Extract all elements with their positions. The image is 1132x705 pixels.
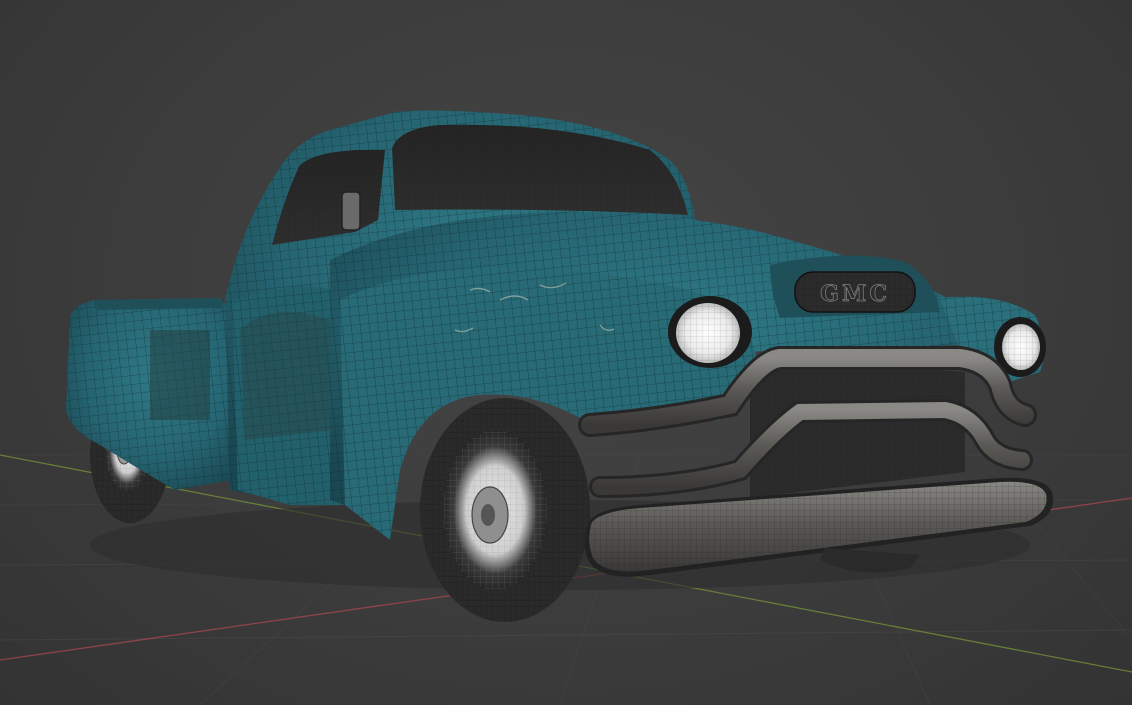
viewport-canvas[interactable]: GMC: [0, 0, 1132, 705]
side-mirror[interactable]: [341, 191, 361, 231]
grille-nose[interactable]: GMC: [770, 255, 940, 318]
left-headlight[interactable]: [668, 296, 752, 368]
3d-viewport[interactable]: GMC: [0, 0, 1132, 705]
front-wheel[interactable]: [420, 398, 590, 622]
grille-badge-text: GMC: [820, 281, 890, 307]
